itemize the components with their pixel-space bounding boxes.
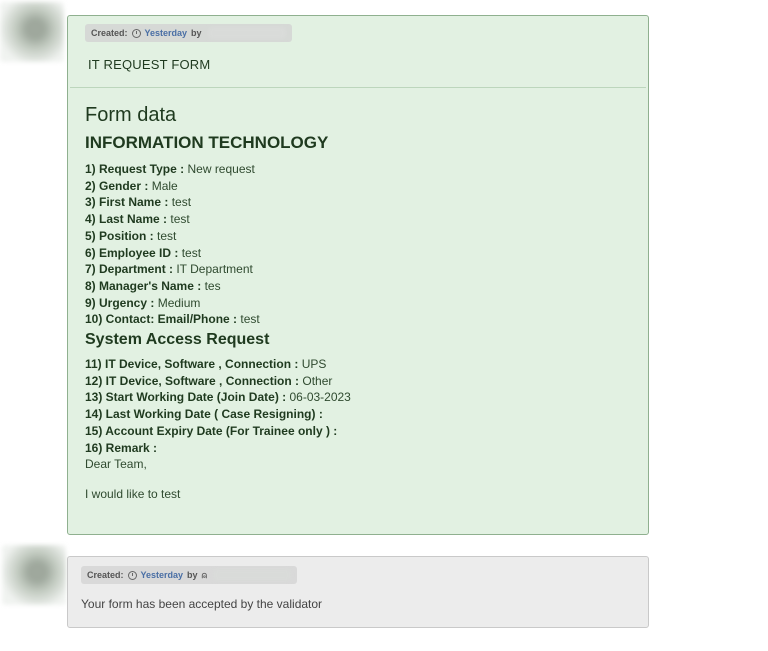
clock-icon bbox=[127, 570, 137, 580]
clock-icon bbox=[131, 28, 141, 38]
field-value: test bbox=[178, 245, 202, 260]
by-label: by bbox=[187, 570, 198, 580]
by-label: by bbox=[191, 28, 202, 38]
field-label: 5) Position : bbox=[85, 228, 154, 243]
ack-message-card: Created: Yesterday by ⍝ Your form has be… bbox=[67, 556, 649, 628]
field-value: test bbox=[153, 228, 177, 243]
field-value: 06-03-2023 bbox=[286, 390, 351, 405]
field-value: Male bbox=[148, 178, 178, 193]
avatar bbox=[0, 2, 64, 62]
field-label: 3) First Name : bbox=[85, 195, 169, 210]
field-label: 11) IT Device, Software , Connection : bbox=[85, 357, 299, 372]
field-row: 7) Department : IT Department bbox=[85, 261, 638, 278]
field-row: 12) IT Device, Software , Connection : O… bbox=[85, 373, 638, 390]
field-label: 8) Manager's Name : bbox=[85, 278, 202, 293]
field-label: 6) Employee ID : bbox=[85, 245, 179, 260]
section-heading-access: System Access Request bbox=[85, 331, 270, 349]
field-value: UPS bbox=[298, 357, 327, 372]
field-list-access: 11) IT Device, Software , Connection : U… bbox=[85, 356, 638, 456]
field-row: 14) Last Working Date ( Case Resigning) … bbox=[85, 406, 638, 423]
author-name-redacted bbox=[207, 27, 286, 39]
created-meta: Created: Yesterday by bbox=[85, 24, 292, 42]
field-row: 1) Request Type : New request bbox=[85, 161, 638, 178]
field-row: 15) Account Expiry Date (For Trainee onl… bbox=[85, 423, 638, 440]
form-content: Form data INFORMATION TECHNOLOGY 1) Requ… bbox=[85, 104, 638, 502]
remark-line: I would like to test bbox=[85, 487, 181, 502]
section-heading-it: INFORMATION TECHNOLOGY bbox=[85, 133, 329, 152]
field-label: 2) Gender : bbox=[85, 178, 149, 193]
field-row: 2) Gender : Male bbox=[85, 178, 638, 195]
ack-message: Your form has been accepted by the valid… bbox=[81, 597, 323, 611]
field-row: 6) Employee ID : test bbox=[85, 245, 638, 262]
created-label: Created: bbox=[91, 28, 128, 38]
field-row: 13) Start Working Date (Join Date) : 06-… bbox=[85, 389, 638, 406]
field-value: Medium bbox=[154, 295, 201, 310]
field-row: 8) Manager's Name : tes bbox=[85, 278, 638, 295]
divider bbox=[70, 87, 646, 88]
created-time-link[interactable]: Yesterday bbox=[141, 570, 184, 580]
field-value: test bbox=[167, 212, 190, 227]
created-time-link[interactable]: Yesterday bbox=[145, 28, 188, 38]
field-label: 7) Department : bbox=[85, 262, 174, 277]
field-label: 1) Request Type : bbox=[85, 162, 185, 176]
field-value: IT Department bbox=[173, 262, 253, 277]
field-row: 3) First Name : test bbox=[85, 194, 638, 211]
field-label: 4) Last Name : bbox=[85, 212, 168, 227]
field-list-it: 1) Request Type : New request 2) Gender :… bbox=[85, 161, 638, 328]
field-value: tes bbox=[201, 278, 221, 293]
field-row: 5) Position : test bbox=[85, 228, 638, 245]
created-meta: Created: Yesterday by ⍝ bbox=[81, 566, 297, 584]
field-value: Other bbox=[299, 373, 333, 388]
author-name-redacted bbox=[212, 569, 291, 581]
field-row: 11) IT Device, Software , Connection : U… bbox=[85, 356, 638, 373]
created-label: Created: bbox=[87, 570, 124, 580]
field-value: test bbox=[237, 312, 260, 327]
field-value: New request bbox=[184, 162, 255, 176]
field-label: 15) Account Expiry Date (For Trainee onl… bbox=[85, 423, 338, 438]
field-label: 16) Remark : bbox=[85, 440, 158, 455]
avatar bbox=[2, 545, 66, 605]
field-label: 12) IT Device, Software , Connection : bbox=[85, 373, 300, 388]
field-label: 9) Urgency : bbox=[85, 295, 155, 310]
field-label: 13) Start Working Date (Join Date) : bbox=[85, 390, 287, 405]
form-data-heading: Form data bbox=[85, 104, 177, 126]
form-title: IT REQUEST FORM bbox=[88, 57, 211, 72]
user-icon: ⍝ bbox=[201, 569, 207, 580]
form-message-card: Created: Yesterday by IT REQUEST FORM Fo… bbox=[67, 15, 649, 535]
remark-text: Dear Team, I would like to test bbox=[85, 456, 638, 502]
field-label: 10) Contact: Email/Phone : bbox=[85, 312, 238, 327]
field-row: 10) Contact: Email/Phone : test bbox=[85, 311, 638, 328]
remark-line: Dear Team, bbox=[85, 457, 147, 472]
field-row: 9) Urgency : Medium bbox=[85, 295, 638, 312]
field-value: test bbox=[168, 195, 192, 210]
field-row: 16) Remark : bbox=[85, 440, 638, 457]
field-label: 14) Last Working Date ( Case Resigning) … bbox=[85, 407, 323, 422]
field-row: 4) Last Name : test bbox=[85, 211, 638, 228]
